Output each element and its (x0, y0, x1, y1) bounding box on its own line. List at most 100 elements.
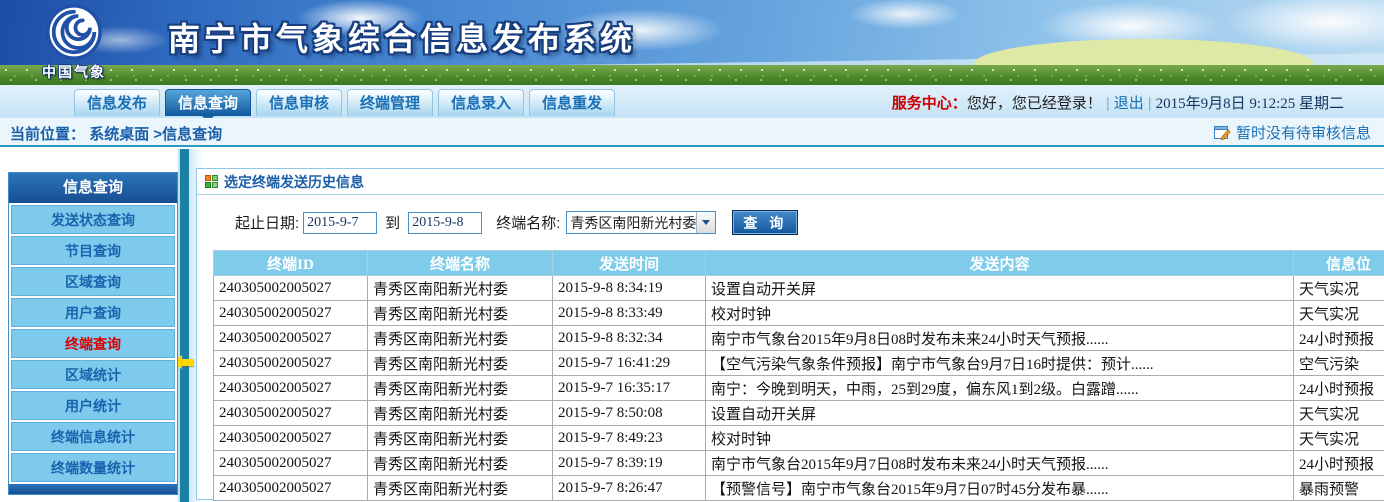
table-cell: 青秀区南阳新光村委 (368, 301, 553, 326)
table-cell: 2015-9-8 8:32:34 (553, 326, 706, 351)
panel-title: 选定终端发送历史信息 (224, 172, 364, 192)
breadcrumb-root-link[interactable]: 系统桌面 (89, 126, 149, 143)
sidebar-item[interactable]: 终端数量统计 (11, 453, 175, 482)
table-cell: 240305002005027 (214, 326, 368, 351)
query-form: 起止日期: 到 终端名称: 青秀区南阳新光村委 查 询 (197, 195, 1384, 250)
nav-tab[interactable]: 信息审核 (256, 89, 342, 116)
table-header-row: 终端ID终端名称发送时间发送内容信息位 (214, 251, 1384, 276)
table-cell: 青秀区南阳新光村委 (368, 351, 553, 376)
logout-link[interactable]: 退出 (1114, 95, 1144, 112)
table-cell: 2015-9-7 8:50:08 (553, 401, 706, 426)
column-header: 信息位 (1294, 251, 1384, 276)
pending-review-note[interactable]: 暂时没有待审核信息 (1214, 122, 1371, 143)
sidebar-splitter[interactable] (178, 149, 189, 502)
table-row: 240305002005027青秀区南阳新光村委2015-9-7 8:50:08… (214, 401, 1384, 426)
table-row: 240305002005027青秀区南阳新光村委2015-9-7 16:41:2… (214, 351, 1384, 376)
table-cell: 设置自动开关屏 (706, 401, 1294, 426)
note-pencil-icon (1214, 125, 1231, 141)
table-cell: 校对时钟 (706, 426, 1294, 451)
column-header: 终端ID (214, 251, 368, 276)
logo-text: 中国气象 (20, 62, 128, 82)
table-cell: 2015-9-7 8:26:47 (553, 476, 706, 501)
sidebar-item[interactable]: 终端信息统计 (11, 422, 175, 451)
nav-tab[interactable]: 信息查询 (165, 89, 251, 116)
page-title: 南宁市气象综合信息发布系统 (168, 14, 636, 60)
sidebar-item[interactable]: 区域查询 (11, 267, 175, 296)
nav-tab[interactable]: 信息录入 (438, 89, 524, 116)
panel-header: 选定终端发送历史信息 (197, 169, 1384, 195)
separator: | (1106, 95, 1110, 112)
table-row: 240305002005027青秀区南阳新光村委2015-9-7 16:35:1… (214, 376, 1384, 401)
table-row: 240305002005027青秀区南阳新光村委2015-9-8 8:34:19… (214, 276, 1384, 301)
login-greeting: 您好，您已经登录！ (967, 95, 1102, 112)
table-cell: 青秀区南阳新光村委 (368, 376, 553, 401)
breadcrumb-separator: > (153, 126, 162, 143)
table-cell: 天气实况 (1294, 301, 1384, 326)
sidebar-item[interactable]: 区域统计 (11, 360, 175, 389)
table-cell: 青秀区南阳新光村委 (368, 276, 553, 301)
grid-squares-icon (205, 175, 218, 188)
sidebar-footer (9, 484, 177, 494)
app-window: 中国气象 南宁市气象综合信息发布系统 信息发布信息查询信息审核终端管理信息录入信… (0, 0, 1384, 502)
nav-bar: 信息发布信息查询信息审核终端管理信息录入信息重发 服务中心：您好，您已经登录！|… (0, 85, 1384, 118)
table-cell: 青秀区南阳新光村委 (368, 401, 553, 426)
table-cell: 青秀区南阳新光村委 (368, 326, 553, 351)
date-to-input[interactable] (408, 212, 482, 234)
breadcrumb-current: 信息查询 (162, 126, 222, 143)
table-cell: 2015-9-8 8:34:19 (553, 276, 706, 301)
chevron-down-icon[interactable] (696, 212, 715, 233)
table-cell: 24小时预报 (1294, 376, 1384, 401)
sidebar-item[interactable]: 终端查询 (11, 329, 175, 358)
table-cell: 240305002005027 (214, 426, 368, 451)
table-row: 240305002005027青秀区南阳新光村委2015-9-8 8:32:34… (214, 326, 1384, 351)
datetime-display: 2015年9月8日 9:12:25 星期二 (1156, 96, 1344, 112)
table-cell: 设置自动开关屏 (706, 276, 1294, 301)
breadcrumb: 当前位置： 系统桌面 >信息查询 (10, 123, 222, 144)
date-from-input[interactable] (303, 212, 377, 234)
history-table: 终端ID终端名称发送时间发送内容信息位 240305002005027青秀区南阳… (213, 250, 1384, 501)
table-row: 240305002005027青秀区南阳新光村委2015-9-7 8:49:23… (214, 426, 1384, 451)
nav-tabs: 信息发布信息查询信息审核终端管理信息录入信息重发 (74, 89, 615, 118)
query-button[interactable]: 查 询 (732, 210, 798, 235)
banner-grass (0, 65, 1384, 85)
table-cell: 240305002005027 (214, 276, 368, 301)
table-cell: 2015-9-7 8:49:23 (553, 426, 706, 451)
cma-spiral-icon (45, 3, 103, 61)
table-cell: 暴雨预警 (1294, 476, 1384, 501)
breadcrumb-bar: 当前位置： 系统桌面 >信息查询 暂时没有待审核信息 (0, 118, 1384, 147)
nav-tab[interactable]: 信息发布 (74, 89, 160, 116)
table-cell: 南宁市气象台2015年9月7日08时发布未来24小时天气预报...... (706, 451, 1294, 476)
pending-review-text: 暂时没有待审核信息 (1236, 122, 1371, 143)
table-row: 240305002005027青秀区南阳新光村委2015-9-7 8:39:19… (214, 451, 1384, 476)
table-cell: 天气实况 (1294, 426, 1384, 451)
column-header: 发送内容 (706, 251, 1294, 276)
cma-logo: 中国气象 (20, 3, 128, 82)
terminal-select-value: 青秀区南阳新光村委 (567, 213, 696, 233)
content-area: 信息查询 发送状态查询节目查询区域查询用户查询终端查询区域统计用户统计终端信息统… (0, 149, 1384, 502)
table-cell: 240305002005027 (214, 301, 368, 326)
sidebar-item[interactable]: 节目查询 (11, 236, 175, 265)
terminal-select[interactable]: 青秀区南阳新光村委 (566, 211, 716, 234)
column-header: 终端名称 (368, 251, 553, 276)
sidebar-item[interactable]: 用户统计 (11, 391, 175, 420)
table-cell: 2015-9-7 16:41:29 (553, 351, 706, 376)
table-cell: 青秀区南阳新光村委 (368, 476, 553, 501)
nav-tab[interactable]: 终端管理 (347, 89, 433, 116)
table-cell: 24小时预报 (1294, 326, 1384, 351)
table-row: 240305002005027青秀区南阳新光村委2015-9-8 8:33:49… (214, 301, 1384, 326)
sidebar-item[interactable]: 用户查询 (11, 298, 175, 327)
sidebar-menu: 信息查询 发送状态查询节目查询区域查询用户查询终端查询区域统计用户统计终端信息统… (8, 172, 178, 495)
table-cell: 24小时预报 (1294, 451, 1384, 476)
user-status-area: 服务中心：您好，您已经登录！|退出|2015年9月8日 9:12:25 星期二 (892, 92, 1344, 113)
table-cell: 南宁：今晚到明天，中雨，25到29度，偏东风1到2级。白露蹭...... (706, 376, 1294, 401)
table-cell: 2015-9-7 16:35:17 (553, 376, 706, 401)
table-cell: 240305002005027 (214, 401, 368, 426)
nav-tab[interactable]: 信息重发 (529, 89, 615, 116)
to-label: 到 (385, 212, 400, 233)
sidebar-item[interactable]: 发送状态查询 (11, 205, 175, 234)
table-cell: 天气实况 (1294, 276, 1384, 301)
table-cell: 空气污染 (1294, 351, 1384, 376)
table-cell: 校对时钟 (706, 301, 1294, 326)
table-cell: 【空气污染气象条件预报】南宁市气象台9月7日16时提供：预计...... (706, 351, 1294, 376)
sidebar-items: 发送状态查询节目查询区域查询用户查询终端查询区域统计用户统计终端信息统计终端数量… (9, 205, 177, 482)
